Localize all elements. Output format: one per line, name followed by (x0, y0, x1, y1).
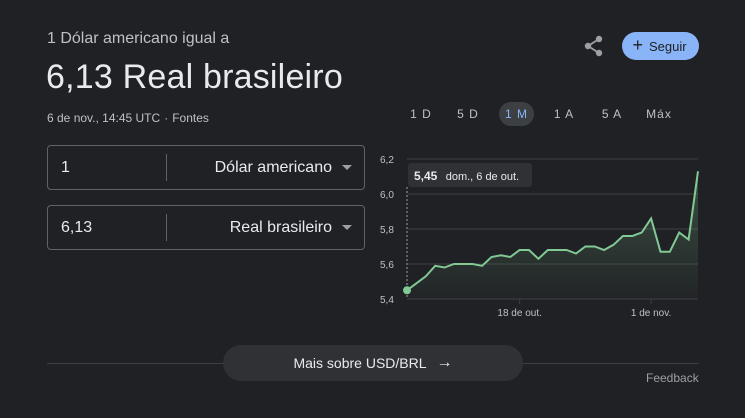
y-tick-label: 6,2 (380, 155, 394, 166)
svg-text:5,45 dom., 6 de out.: 5,45 dom., 6 de out. (414, 169, 519, 183)
x-tick-label: 18 de out. (497, 308, 541, 319)
from-currency-row: 1 Dólar americano (47, 145, 365, 190)
plus-icon: + (632, 35, 643, 55)
sources-link[interactable]: Fontes (172, 111, 209, 125)
from-amount-input[interactable]: 1 (48, 159, 166, 177)
hover-point (403, 286, 411, 295)
converted-value: 6,13 Real brasileiro (46, 58, 343, 96)
follow-button[interactable]: + Seguir (622, 32, 699, 60)
more-about-label: Mais sobre USD/BRL (293, 355, 427, 371)
range-tab-5d[interactable]: 5 D (452, 102, 484, 126)
y-tick-label: 5,4 (380, 295, 394, 306)
tooltip-date: dom., 6 de out. (446, 171, 519, 183)
meta-separator: · (164, 111, 169, 125)
y-tick-label: 5,6 (380, 260, 394, 271)
result-subtitle: 1 Dólar americano igual a (47, 30, 230, 47)
tooltip-value: 5,45 (414, 169, 438, 183)
chart-tooltip: 5,45 dom., 6 de out. (408, 163, 532, 187)
arrow-right-icon: → (436, 354, 453, 371)
update-meta: 6 de nov., 14:45 UTC · Fontes (47, 111, 209, 125)
more-about-button[interactable]: Mais sobre USD/BRL → (223, 345, 523, 381)
timestamp: 6 de nov., 14:45 UTC (47, 111, 161, 125)
y-tick-label: 6,0 (380, 190, 394, 201)
to-amount-input[interactable]: 6,13 (48, 219, 166, 237)
from-currency-select[interactable]: Dólar americano (167, 159, 342, 177)
follow-label: Seguir (648, 38, 687, 54)
range-tab-1d[interactable]: 1 D (405, 102, 437, 126)
to-currency-row: 6,13 Real brasileiro (47, 205, 365, 250)
range-tab-1m[interactable]: 1 M (499, 102, 534, 126)
range-tab-1a[interactable]: 1 A (548, 102, 580, 126)
share-icon[interactable] (581, 33, 607, 59)
chevron-down-icon[interactable] (342, 165, 352, 170)
chart-area (407, 171, 698, 299)
y-tick-label: 5,8 (380, 225, 394, 236)
feedback-link[interactable]: Feedback (646, 371, 699, 385)
range-tab-max[interactable]: Máx (641, 102, 677, 126)
chevron-down-icon[interactable] (342, 225, 352, 230)
exchange-rate-chart[interactable]: 6,2 6,0 5,8 5,6 5,4 18 de out. 1 de nov. 5,45… (376, 150, 706, 325)
to-currency-select[interactable]: Real brasileiro (167, 219, 342, 237)
x-tick-label: 1 de nov. (631, 308, 671, 319)
range-tab-5a[interactable]: 5 A (596, 102, 628, 126)
